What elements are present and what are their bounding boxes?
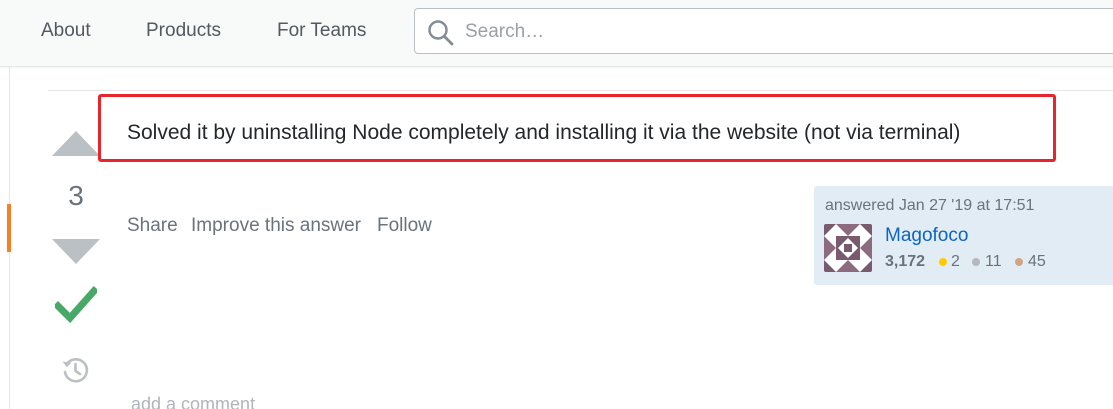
vote-count: 3 [68, 180, 84, 211]
post-separator [48, 90, 1113, 91]
answered-time[interactable]: answered Jan 27 '19 at 17:51 [825, 196, 1034, 216]
user-avatar[interactable] [824, 224, 872, 272]
gold-badge-count: 2 [951, 253, 960, 270]
reputation-score: 3,172 [885, 253, 926, 270]
search-input[interactable] [463, 17, 1067, 47]
top-navigation-bar: About Products For Teams [0, 0, 1113, 67]
user-name-link[interactable]: Magofoco [885, 224, 968, 248]
bronze-badge-icon [1015, 258, 1023, 266]
upvote-button[interactable] [52, 131, 100, 156]
nav-link-for-teams[interactable]: For Teams [277, 19, 366, 43]
bronze-badge-count: 45 [1028, 253, 1046, 270]
nav-link-about[interactable]: About [41, 19, 91, 43]
follow-link[interactable]: Follow [377, 215, 432, 237]
active-nav-marker [7, 204, 11, 252]
search-box[interactable] [414, 8, 1113, 54]
improve-answer-link[interactable]: Improve this answer [191, 215, 361, 237]
search-icon [428, 20, 454, 46]
answer-text: Solved it by uninstalling Node completel… [127, 121, 961, 144]
downvote-button[interactable] [52, 239, 100, 264]
nav-link-products[interactable]: Products [146, 19, 221, 43]
gold-badge-icon [939, 258, 947, 266]
history-icon[interactable] [60, 355, 90, 385]
share-link[interactable]: Share [127, 215, 178, 237]
add-comment-link[interactable]: add a comment [131, 393, 255, 409]
silver-badge-count: 11 [985, 253, 1002, 270]
accepted-answer-check-icon [55, 286, 97, 324]
silver-badge-icon [972, 258, 980, 266]
